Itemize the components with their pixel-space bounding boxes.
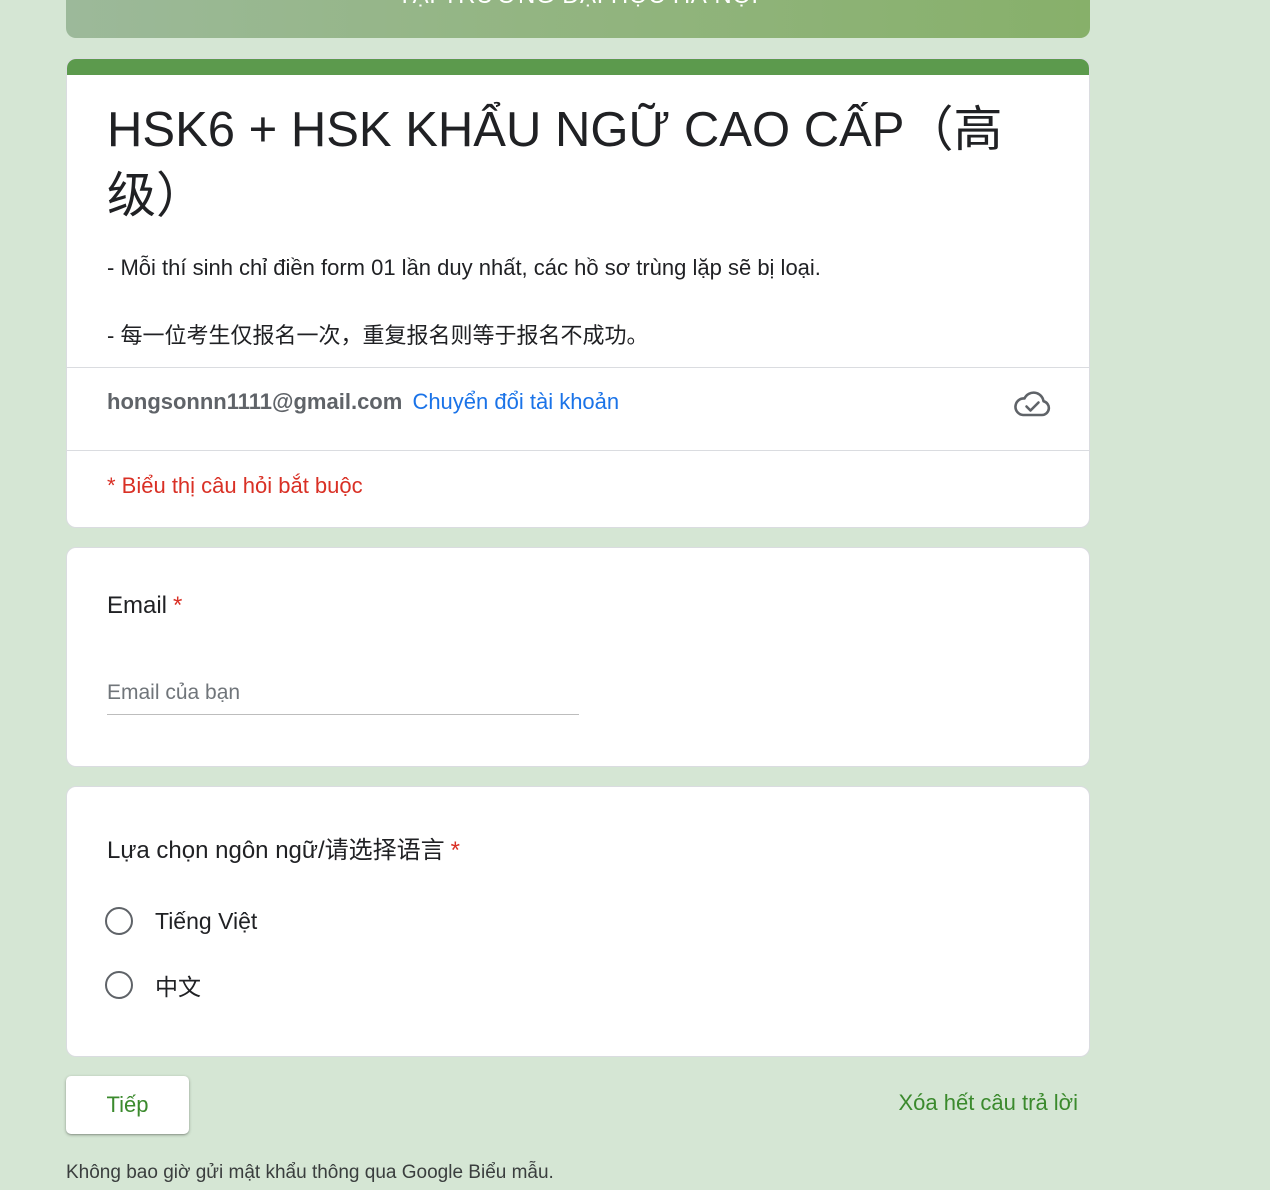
radio-option-tieng-viet[interactable]: Tiếng Việt — [105, 903, 257, 939]
required-note: * Biểu thị câu hỏi bắt buộc — [107, 473, 363, 498]
switch-account-link[interactable]: Chuyển đổi tài khoản — [412, 389, 619, 414]
form-title: HSK6 + HSK KHẨU NGỮ CAO CẤP（高级） — [107, 103, 1003, 223]
divider — [67, 450, 1089, 451]
form-header-card: HSK6 + HSK KHẨU NGỮ CAO CẤP（高级） - Mỗi th… — [66, 58, 1090, 528]
required-asterisk: * — [450, 837, 460, 864]
form-description-zh: - 每一位考生仅报名一次，重复报名则等于报名不成功。 — [107, 323, 649, 348]
account-row: hongsonnn1111@gmail.com Chuyển đổi tài k… — [107, 389, 619, 415]
language-question-card: Lựa chọn ngôn ngữ/请选择语言 * Tiếng Việt 中文 — [66, 786, 1090, 1057]
account-email: hongsonnn1111@gmail.com — [107, 389, 403, 414]
language-question-title: Lựa chọn ngôn ngữ/请选择语言 * — [107, 830, 460, 865]
radio-button[interactable] — [105, 971, 133, 999]
banner-text: TẠI TRƯỜNG ĐẠI HỌC HÀ NỘI — [66, 0, 1090, 10]
cloud-check-icon — [1014, 391, 1051, 417]
password-warning: Không bao giờ gửi mật khẩu thông qua Goo… — [66, 1162, 554, 1183]
header-banner: TẠI TRƯỜNG ĐẠI HỌC HÀ NỘI — [66, 0, 1090, 38]
email-input[interactable] — [107, 672, 579, 715]
email-question-card: Email * — [66, 547, 1090, 767]
email-question-title: Email * — [107, 592, 182, 620]
radio-option-label: Tiếng Việt — [155, 907, 258, 934]
language-question-label: Lựa chọn ngôn ngữ/请选择语言 — [107, 837, 445, 864]
radio-button[interactable] — [105, 907, 133, 935]
divider — [67, 367, 1089, 368]
required-asterisk: * — [173, 592, 183, 619]
accent-stripe — [67, 59, 1089, 75]
form-description-vi: - Mỗi thí sinh chỉ điền form 01 lần duy … — [107, 255, 821, 280]
clear-form-button[interactable]: Xóa hết câu trả lời — [898, 1090, 1078, 1116]
email-question-label: Email — [107, 592, 168, 619]
radio-option-chinese[interactable]: 中文 — [105, 967, 201, 1003]
radio-option-label: 中文 — [155, 974, 201, 1000]
next-button[interactable]: Tiếp — [66, 1076, 189, 1134]
